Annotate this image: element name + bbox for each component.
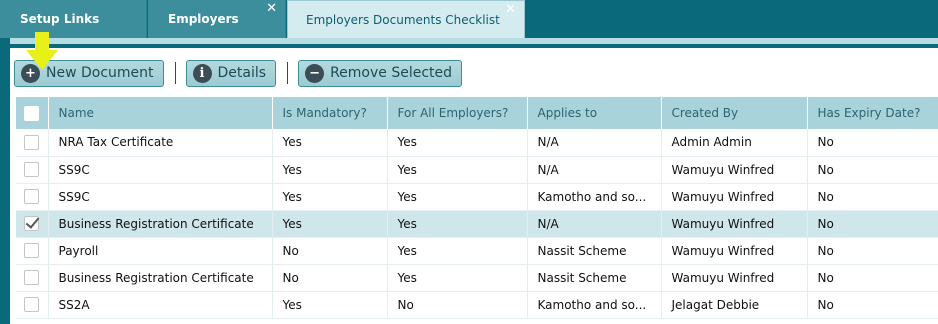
has-expiry-date-cell: No	[807, 129, 938, 157]
select-all-checkbox[interactable]	[24, 105, 40, 121]
row-select-cell	[16, 210, 49, 238]
tab-employers[interactable]: Employers ✕	[148, 0, 286, 38]
close-icon[interactable]: ✕	[505, 3, 516, 17]
is-mandatory-cell: Yes	[272, 129, 388, 157]
row-checkbox[interactable]	[24, 162, 40, 177]
has-expiry-date-cell: No	[807, 156, 938, 184]
created-by-cell: Wamuyu Winfred	[661, 156, 808, 184]
for-all-employers-cell: Yes	[387, 237, 528, 265]
row-checkbox[interactable]	[24, 216, 40, 231]
row-select-cell	[16, 264, 49, 292]
tab-label: Setup Links	[20, 12, 100, 26]
is-mandatory-cell: No	[272, 237, 388, 265]
new-document-label: New Document	[46, 65, 154, 81]
for-all-employers-cell: Yes	[387, 264, 528, 292]
name-cell: Business Registration Certificate	[48, 210, 273, 238]
has-expiry-date-cell: No	[807, 210, 938, 238]
applies-to-cell: N/A	[527, 210, 662, 238]
applies-to-cell: Kamotho and so...	[527, 183, 662, 211]
table-row[interactable]: Business Registration Certificate Yes Yes N…	[16, 210, 938, 238]
table-row[interactable]: SS9C Yes Yes Kamotho and so... Wamuyu Winfre…	[16, 183, 938, 211]
for-all-employers-cell: Yes	[387, 129, 528, 157]
select-all-cell	[16, 97, 49, 129]
tab-employers-documents-checklist[interactable]: Employers Documents Checklist ✕	[287, 0, 525, 38]
is-mandatory-cell: Yes	[272, 183, 388, 211]
row-select-cell	[16, 129, 49, 157]
row-checkbox[interactable]	[24, 297, 40, 312]
remove-selected-label: Remove Selected	[330, 65, 453, 81]
name-cell: Business Registration Certificate	[48, 264, 273, 292]
for-all-employers-cell: Yes	[387, 210, 528, 238]
table-row[interactable]: SS2A Yes No Kamotho and so... Jelagat Debbie…	[16, 291, 938, 319]
table-body: NRA Tax Certificate Yes Yes N/A Admin Admin N…	[16, 129, 938, 319]
row-checkbox[interactable]	[24, 189, 40, 204]
is-mandatory-cell: Yes	[272, 210, 388, 238]
row-checkbox[interactable]	[24, 270, 40, 285]
table-row[interactable]: Business Registration Certificate No Yes Na…	[16, 264, 938, 292]
for-all-employers-cell: Yes	[387, 156, 528, 184]
details-button[interactable]: i Details	[185, 59, 277, 87]
table-row[interactable]: NRA Tax Certificate Yes Yes N/A Admin Admin N…	[16, 129, 938, 157]
row-select-cell	[16, 291, 49, 319]
table-row[interactable]: SS9C Yes Yes N/A Wamuyu Winfred No	[16, 156, 938, 184]
is-mandatory-cell: Yes	[272, 156, 388, 184]
arrow-down-icon	[26, 32, 58, 70]
name-cell: SS2A	[48, 291, 273, 319]
row-select-cell	[16, 156, 49, 184]
column-header-name[interactable]: Name	[48, 97, 273, 129]
created-by-cell: Admin Admin	[661, 129, 808, 157]
name-cell: SS9C	[48, 156, 273, 184]
documents-table: Name Is Mandatory? For All Employers? Ap…	[16, 97, 938, 319]
minus-circle-icon: −	[305, 63, 325, 83]
column-header-created-by[interactable]: Created By	[661, 97, 808, 129]
for-all-employers-cell: No	[387, 291, 528, 319]
has-expiry-date-cell: No	[807, 237, 938, 265]
name-cell: SS9C	[48, 183, 273, 211]
applies-to-cell: Nassit Scheme	[527, 237, 662, 265]
has-expiry-date-cell: No	[807, 291, 938, 319]
table-row[interactable]: Payroll No Yes Nassit Scheme Wamuyu Winfred N…	[16, 237, 938, 265]
created-by-cell: Jelagat Debbie	[661, 291, 808, 319]
toolbar: + New Document i Details − Remove Select…	[14, 58, 463, 88]
name-cell: Payroll	[48, 237, 273, 265]
info-circle-icon: i	[192, 63, 212, 83]
applies-to-cell: Nassit Scheme	[527, 264, 662, 292]
is-mandatory-cell: No	[272, 264, 388, 292]
has-expiry-date-cell: No	[807, 183, 938, 211]
created-by-cell: Wamuyu Winfred	[661, 210, 808, 238]
row-checkbox[interactable]	[24, 134, 40, 150]
tab-label: Employers	[168, 12, 239, 26]
tab-label: Employers Documents Checklist	[306, 12, 500, 27]
close-icon[interactable]: ✕	[266, 2, 277, 16]
column-header-applies-to[interactable]: Applies to	[527, 97, 662, 129]
applies-to-cell: N/A	[527, 156, 662, 184]
tab-bar: Setup Links Employers ✕ Employers Docume…	[0, 0, 938, 38]
is-mandatory-cell: Yes	[272, 291, 388, 319]
created-by-cell: Wamuyu Winfred	[661, 183, 808, 211]
details-label: Details	[217, 65, 267, 81]
created-by-cell: Wamuyu Winfred	[661, 264, 808, 292]
name-cell: NRA Tax Certificate	[48, 129, 273, 157]
row-select-cell	[16, 183, 49, 211]
column-header-is-mandatory[interactable]: Is Mandatory?	[272, 97, 388, 129]
row-select-cell	[16, 237, 49, 265]
tab-setup-links[interactable]: Setup Links	[0, 0, 147, 38]
toolbar-divider	[287, 62, 289, 84]
row-checkbox[interactable]	[24, 243, 40, 258]
applies-to-cell: N/A	[527, 129, 662, 157]
toolbar-divider	[174, 62, 176, 84]
table-header-row: Name Is Mandatory? For All Employers? Ap…	[16, 97, 938, 129]
applies-to-cell: Kamotho and so...	[527, 291, 662, 319]
has-expiry-date-cell: No	[807, 264, 938, 292]
remove-selected-button[interactable]: − Remove Selected	[298, 59, 463, 87]
column-header-has-expiry-date[interactable]: Has Expiry Date?	[807, 97, 938, 129]
for-all-employers-cell: Yes	[387, 183, 528, 211]
created-by-cell: Wamuyu Winfred	[661, 237, 808, 265]
column-header-for-all-employers[interactable]: For All Employers?	[387, 97, 528, 129]
